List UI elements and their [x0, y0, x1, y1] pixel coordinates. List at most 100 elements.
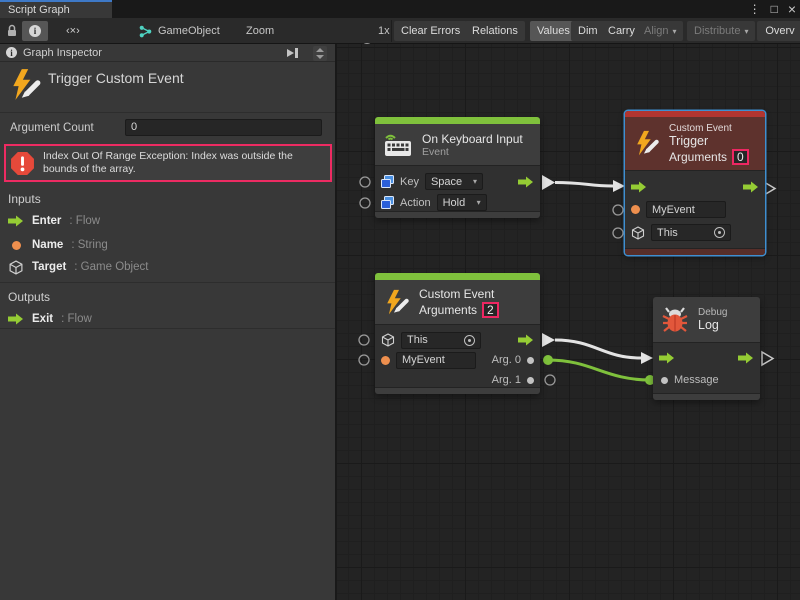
- value-port-empty[interactable]: [359, 355, 369, 365]
- value-port-empty[interactable]: [360, 198, 370, 208]
- flow-port-empty[interactable]: [764, 182, 775, 195]
- maximize-icon[interactable]: □: [771, 2, 778, 16]
- object-picker-icon[interactable]: [464, 335, 475, 346]
- event-name-field[interactable]: MyEvent: [396, 352, 476, 369]
- node-on-keyboard-input[interactable]: On Keyboard Input Event Key Space ▾: [375, 117, 540, 218]
- node-footer: [375, 211, 540, 218]
- menu-icon[interactable]: ⋮: [749, 2, 761, 16]
- node-header[interactable]: Custom Event Arguments 2: [375, 280, 540, 325]
- string-port-icon[interactable]: [631, 205, 640, 214]
- inspector-header: i Graph Inspector: [0, 44, 335, 62]
- value-output-dot[interactable]: [527, 377, 534, 384]
- arguments-error-badge[interactable]: 0: [732, 149, 749, 165]
- value-port-empty[interactable]: [360, 177, 370, 187]
- flow-connection[interactable]: [555, 340, 641, 358]
- node-custom-event[interactable]: Custom Event Arguments 2 This: [375, 273, 540, 394]
- value-output-dot[interactable]: [527, 357, 534, 364]
- panel-spinner[interactable]: [313, 46, 327, 61]
- key-dropdown[interactable]: Space ▾: [425, 173, 483, 190]
- value-port-empty[interactable]: [613, 205, 623, 215]
- port-name: Target: [32, 261, 66, 273]
- lock-icon[interactable]: [6, 24, 18, 41]
- string-port-icon: [12, 241, 21, 250]
- flow-output-arrow-icon[interactable]: [743, 181, 759, 193]
- code-view-icon[interactable]: ‹×›: [66, 25, 80, 37]
- port-name: Enter: [32, 215, 61, 227]
- flow-output-arrow-icon[interactable]: [518, 334, 534, 346]
- cube-icon[interactable]: [631, 226, 645, 240]
- value-port-empty[interactable]: [613, 228, 623, 238]
- node-trigger-custom-event[interactable]: Custom Event Trigger Arguments 0: [625, 111, 765, 255]
- tab-script-graph[interactable]: Script Graph: [0, 0, 112, 18]
- flow-input-arrow-icon[interactable]: [659, 352, 675, 364]
- arguments-label: Arguments: [419, 303, 477, 317]
- port-type: : Game Object: [74, 261, 148, 273]
- distribute-button[interactable]: Distribute ▾: [687, 21, 755, 41]
- values-button[interactable]: Values: [530, 21, 577, 41]
- flow-arrowhead: [641, 352, 653, 364]
- node-header[interactable]: Debug Log: [653, 297, 760, 343]
- graph-canvas[interactable]: On Keyboard Input Event Key Space ▾: [337, 44, 800, 600]
- spin-up-icon[interactable]: [316, 48, 324, 52]
- value-connection[interactable]: [548, 360, 650, 380]
- node-header[interactable]: Custom Event Trigger Arguments 0: [625, 117, 765, 171]
- cube-icon: [8, 260, 24, 275]
- divider: [0, 328, 335, 329]
- node-footer: [653, 393, 760, 400]
- dock-panel-icon[interactable]: [285, 47, 299, 62]
- target-dropdown[interactable]: This: [401, 332, 481, 349]
- node-title: Trigger: [669, 134, 749, 148]
- arguments-label: Arguments: [669, 150, 727, 164]
- value-port-empty[interactable]: [545, 375, 555, 385]
- error-icon: [10, 151, 35, 176]
- keycode-icon: [381, 196, 394, 209]
- inspector-toggle-button[interactable]: i: [22, 21, 48, 41]
- argument-count-input[interactable]: 0: [125, 119, 322, 136]
- arg0-label: Arg. 0: [492, 354, 521, 366]
- action-dropdown[interactable]: Hold ▾: [437, 194, 487, 211]
- graph-owner-icon: [138, 24, 153, 42]
- object-picker-icon[interactable]: [714, 227, 725, 238]
- align-button[interactable]: Align ▾: [637, 21, 683, 41]
- value-input-dot[interactable]: [661, 377, 668, 384]
- port-type: : String: [71, 239, 107, 251]
- node-debug-log[interactable]: Debug Log Message: [653, 297, 760, 400]
- carry-button[interactable]: Carry: [601, 21, 642, 41]
- flow-port-connected[interactable]: [542, 333, 555, 347]
- toolbar-separator: [391, 20, 392, 42]
- overview-button[interactable]: Overv: [757, 21, 800, 41]
- divider: [0, 282, 335, 283]
- flow-output-arrow-icon[interactable]: [518, 176, 534, 188]
- window-controls: ⋮ □ ×: [749, 0, 796, 18]
- graph-toolbar: i ‹×› GameObject Zoom 1x Clear Errors Re…: [0, 18, 800, 44]
- relations-button[interactable]: Relations: [465, 21, 525, 41]
- node-body: Key Space ▾ Action Hold ▾: [375, 166, 540, 211]
- spin-down-icon[interactable]: [316, 55, 324, 59]
- event-node-topbar: [375, 273, 540, 280]
- flow-port-empty[interactable]: [762, 352, 773, 365]
- flow-input-arrow-icon[interactable]: [631, 181, 647, 193]
- cube-icon[interactable]: [381, 333, 395, 347]
- graph-inspector-panel: i Graph Inspector Trigger Custom Event A…: [0, 44, 337, 600]
- action-label: Action: [400, 197, 431, 209]
- argument-count-label: Argument Count: [10, 122, 94, 134]
- clear-errors-button[interactable]: Clear Errors: [394, 21, 467, 41]
- event-name-field[interactable]: MyEvent: [646, 201, 726, 218]
- flow-output-arrow-icon[interactable]: [738, 352, 754, 364]
- target-dropdown[interactable]: This: [651, 224, 731, 241]
- node-title: Custom Event: [419, 287, 499, 301]
- port-type: : Flow: [61, 313, 92, 325]
- gameobject-breadcrumb[interactable]: GameObject: [158, 25, 220, 37]
- port-type: : Flow: [69, 215, 100, 227]
- flow-port-connected[interactable]: [542, 175, 555, 190]
- close-icon[interactable]: ×: [788, 1, 796, 17]
- dim-button[interactable]: Dim: [571, 21, 605, 41]
- node-header[interactable]: On Keyboard Input Event: [375, 124, 540, 166]
- flow-connection[interactable]: [555, 183, 613, 187]
- arguments-error-badge[interactable]: 2: [482, 302, 499, 318]
- value-port-empty[interactable]: [359, 335, 369, 345]
- bug-icon: [661, 306, 689, 334]
- event-node-topbar: [375, 117, 540, 124]
- value-port-connected[interactable]: [543, 355, 553, 365]
- string-port-icon[interactable]: [381, 356, 390, 365]
